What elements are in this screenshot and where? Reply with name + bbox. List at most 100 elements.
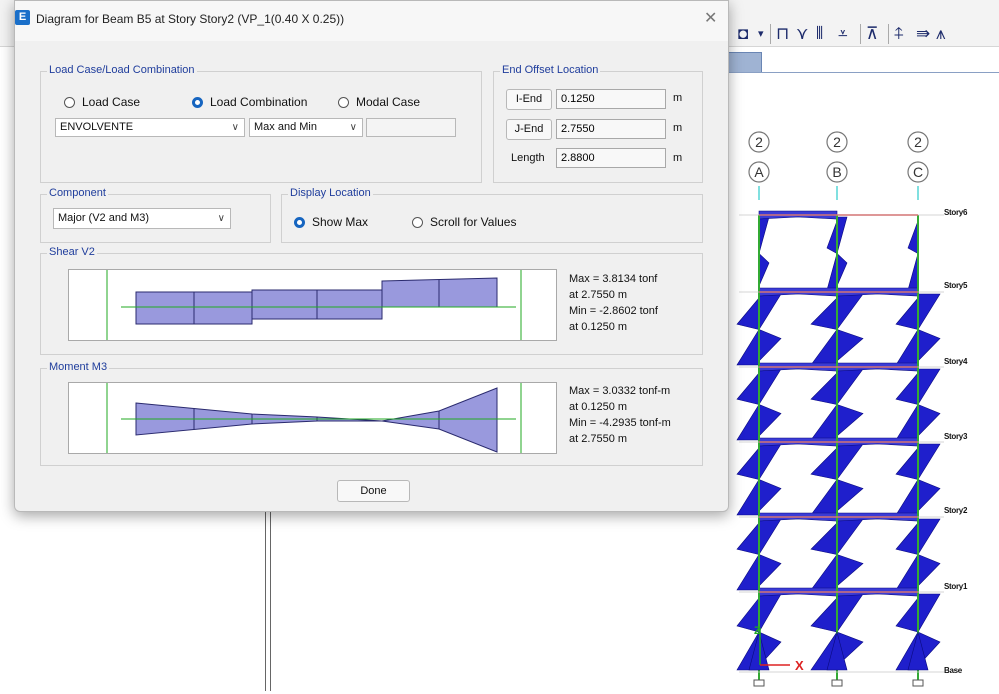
cube-icon[interactable]: ◘ xyxy=(738,22,748,46)
i-end-field[interactable]: 0.1250 xyxy=(556,89,666,109)
base-support-icon xyxy=(753,679,765,687)
grid-label-top: 2 xyxy=(755,134,763,150)
chevron-down-icon: ∨ xyxy=(217,213,225,224)
window-splitter[interactable] xyxy=(265,505,266,691)
shear-diagram xyxy=(106,270,522,340)
grid-bubble-2a: 2 A xyxy=(748,131,770,200)
grid-bubble-2c: 2 C xyxy=(907,131,929,200)
j-end-unit: m xyxy=(673,122,683,134)
grid-label-bottom: C xyxy=(913,164,923,180)
column-moment-diagram xyxy=(917,368,941,406)
column-moment-diagram xyxy=(810,328,838,366)
story-label-6: Story6 xyxy=(944,208,968,217)
grid-label-bottom: B xyxy=(832,164,841,180)
moment-diagram-canvas[interactable] xyxy=(68,382,557,454)
chevron-down-icon: ∨ xyxy=(231,122,239,133)
window-splitter-edge xyxy=(270,505,271,691)
column-moment-diagram xyxy=(758,518,782,556)
etabs-logo-icon: E xyxy=(15,10,30,25)
radio-modal-case[interactable]: Modal Case xyxy=(338,95,420,109)
story-label-4: Story4 xyxy=(944,357,968,366)
component-group: Component Major (V2 and M3) ∨ xyxy=(40,187,271,243)
dropdown-arrow-icon[interactable]: ▾ xyxy=(758,22,764,46)
j-end-button[interactable]: J-End xyxy=(506,119,552,140)
column-moment-diagram xyxy=(736,297,760,330)
column-moment-diagram xyxy=(836,518,864,556)
i-end-button[interactable]: I-End xyxy=(506,89,552,110)
group-title: Component xyxy=(47,187,108,199)
i-end-unit: m xyxy=(673,92,683,104)
column-moment-diagram xyxy=(836,479,864,512)
column-moment-diagram xyxy=(836,216,848,254)
close-icon[interactable]: ✕ xyxy=(704,8,717,28)
chevron-down-icon: ∨ xyxy=(349,122,357,133)
column-moment-diagram xyxy=(810,447,838,480)
done-button[interactable]: Done xyxy=(337,480,410,502)
group-title: Shear V2 xyxy=(47,246,97,258)
radio-show-max[interactable]: Show Max xyxy=(294,215,368,229)
area-load-icon[interactable]: ⩚ xyxy=(936,22,946,46)
load-case-group: Load Case/Load Combination Load Case Loa… xyxy=(40,64,482,183)
column-moment-diagram xyxy=(810,403,838,441)
column-moment-diagram xyxy=(736,403,760,441)
shear-v2-group: Shear V2 Max = 3.8134 tonf at 2.7550 m M… xyxy=(40,246,703,355)
column-moment-diagram xyxy=(895,522,919,555)
base-support-icon xyxy=(912,679,924,687)
component-select[interactable]: Major (V2 and M3) ∨ xyxy=(53,208,231,229)
column-moment-diagram xyxy=(758,252,770,287)
radio-load-combination[interactable]: Load Combination xyxy=(192,95,307,109)
column-moment-diagram xyxy=(810,597,838,633)
display-location-group: Display Location Show Max Scroll for Val… xyxy=(281,187,703,243)
brace-icon[interactable]: ⋎ xyxy=(796,22,808,46)
column-moment-diagram xyxy=(810,553,838,591)
moment-max-location: at 0.1250 m xyxy=(569,401,628,413)
column-moment-diagram xyxy=(917,593,941,634)
radio-load-case[interactable]: Load Case xyxy=(64,95,140,109)
column-moment-diagram xyxy=(736,522,760,555)
load-icon[interactable]: ⍏ xyxy=(894,22,904,46)
column-moment-diagram xyxy=(736,372,760,405)
column-moment-diagram xyxy=(736,553,760,591)
story-label-5: Story5 xyxy=(944,281,968,290)
column-moment-diagram xyxy=(810,522,838,555)
load-combination-select[interactable]: ENVOLVENTE ∨ xyxy=(55,118,245,137)
story-label-2: Story2 xyxy=(944,506,968,515)
toolbar-icon-strip: ◘ ▾ ⊓ ⋎ ⫴ ⩡ ⊼ ⍏ ⇛ ⩚ xyxy=(732,22,999,46)
envelope-type-select[interactable]: Max and Min ∨ xyxy=(249,118,363,137)
elevation-drawing: 2 A 2 B 2 C Z X xyxy=(736,131,944,687)
grid-bubble-2b: 2 B xyxy=(826,131,848,200)
shear-min-text: Min = -2.8602 tonf xyxy=(569,305,658,317)
radio-scroll-for-values[interactable]: Scroll for Values xyxy=(412,215,516,229)
column-moment-diagram xyxy=(895,297,919,330)
grid-label-top: 2 xyxy=(833,134,841,150)
slab-icon[interactable]: ⩡ xyxy=(838,22,848,46)
column-moment-diagram xyxy=(758,593,782,634)
column-moment-diagram xyxy=(836,293,864,331)
column-moment-diagram xyxy=(736,328,760,366)
column-moment-diagram xyxy=(758,479,782,512)
radio-label: Scroll for Values xyxy=(430,215,517,229)
column-moment-diagram xyxy=(917,479,941,512)
column-moment-diagram xyxy=(907,220,919,255)
column-moment-diagram xyxy=(836,593,864,633)
column-moment-diagram xyxy=(836,329,864,362)
axis-x-label: X xyxy=(795,658,804,673)
radio-dot-icon xyxy=(64,97,75,108)
wall-icon[interactable]: ⫴ xyxy=(816,22,823,46)
moment-diagram xyxy=(106,383,522,453)
moment-max-text: Max = 3.0332 tonf-m xyxy=(569,385,671,397)
load-arrow-icon[interactable]: ⇛ xyxy=(916,22,930,46)
column-moment-diagram xyxy=(810,478,838,516)
dialog-title-bar[interactable]: E Diagram for Beam B5 at Story Story2 (V… xyxy=(15,1,728,41)
elevation-view[interactable]: 2 A 2 B 2 C Z X Story6 Story5 Story4 Sto… xyxy=(722,120,999,691)
column-moment-diagram xyxy=(836,252,848,287)
frame-icon[interactable]: ⊓ xyxy=(776,22,789,46)
column-moment-diagram xyxy=(895,372,919,405)
column-moment-diagram xyxy=(836,368,864,406)
support-icon[interactable]: ⊼ xyxy=(866,22,878,46)
j-end-field[interactable]: 2.7550 xyxy=(556,119,666,139)
column-moment-diagram xyxy=(758,368,782,406)
shear-diagram-canvas[interactable] xyxy=(68,269,557,341)
column-moment-diagram xyxy=(810,297,838,330)
column-moment-diagram xyxy=(810,372,838,405)
